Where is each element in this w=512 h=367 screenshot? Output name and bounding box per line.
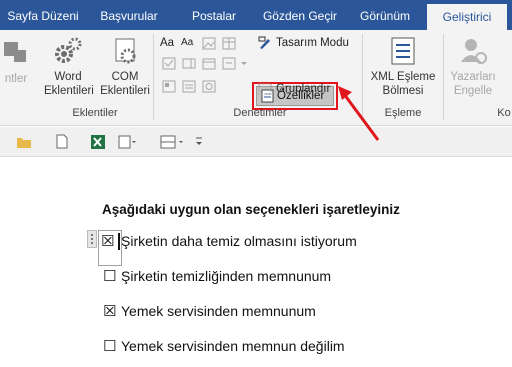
group-label-koru-partial: Ko [497,107,511,119]
date-picker-control-icon[interactable] [202,57,216,70]
tab-postalar[interactable]: Postalar [180,0,248,30]
new-document-icon[interactable] [56,134,68,149]
picture-control-icon[interactable] [202,37,216,50]
ribbon-panel: ntler Word Eklentileri COM Eklentileri E… [0,30,512,126]
option-text-1: Şirketin daha temiz olmasını istiyorum [121,233,357,249]
table-control-icon[interactable] [222,37,236,50]
checkbox-item-2[interactable]: ☐ [103,267,116,285]
customize-toolbar-icon[interactable] [194,135,204,149]
puzzle-icon [4,42,26,62]
group-separator [443,34,444,120]
com-addins-label: COM Eklentileri [100,71,150,97]
xml-mapping-icon [391,37,415,65]
addins-partial-button[interactable]: ntler [0,36,38,86]
group-icon [258,83,272,95]
insert-object-icon[interactable] [118,134,138,150]
option-text-4: Yemek servisinden memnun değilim [121,338,345,354]
excel-icon[interactable] [90,134,106,150]
text-cursor [118,233,120,250]
tab-gorunum[interactable]: Görünüm [350,0,420,30]
repeating-section-control-icon[interactable] [202,80,216,93]
tab-basvurular[interactable]: Başvurular [90,0,168,30]
building-block-control-icon[interactable] [162,80,176,93]
dropdown-arrow-icon [241,62,247,65]
ribbon-tab-bar: Sayfa Düzeni Başvurular Postalar Gözden … [0,0,512,30]
group-label-eklentiler: Eklentiler [72,107,118,119]
annotation-arrow [338,86,380,141]
design-mode-label: Tasarım Modu [276,37,349,49]
drag-handle-icon [91,234,93,244]
drop-down-list-control-icon[interactable] [182,80,196,93]
checkbox-item-1[interactable]: ☒ [101,232,114,250]
group-label: Gruplandır [276,83,331,95]
quick-access-toolbar [0,127,512,157]
group-button[interactable]: Gruplandır [258,80,330,98]
plain-text-control-icon[interactable]: Aa [181,34,193,52]
checkbox-item-3[interactable]: ☒ [103,302,116,320]
word-addins-label: Word Eklentileri [44,71,94,97]
tab-gelistirici[interactable]: Geliştirici [427,4,507,30]
addins-partial-label: ntler [4,73,28,85]
rich-text-control-icon[interactable]: Aa [160,34,174,52]
option-text-2: Şirketin temizliğinden memnunum [121,268,332,284]
checkbox-item-4[interactable]: ☐ [103,337,116,355]
document-heading: Aşağıdaki uygun olan seçenekleri işaretl… [102,202,400,217]
word-addins-button[interactable]: Word Eklentileri [44,36,94,98]
layout-options-icon[interactable] [160,134,186,150]
com-addins-icon [115,38,136,64]
combo-box-control-icon[interactable] [182,57,196,70]
open-folder-icon[interactable] [16,135,32,149]
gear-icon [55,37,82,63]
tab-sayfa-duzeni[interactable]: Sayfa Düzeni [0,0,86,30]
option-text-3: Yemek servisinden memnunum [121,303,316,319]
checkbox-control-icon[interactable] [162,57,176,70]
content-control-handle[interactable] [87,230,97,248]
com-addins-button[interactable]: COM Eklentileri [100,36,150,98]
tab-gozden-gecir[interactable]: Gözden Geçir [254,0,346,30]
block-authors-icon [461,39,487,64]
design-mode-icon [258,36,270,49]
design-mode-button[interactable]: Tasarım Modu [258,34,349,52]
legacy-tools-icon[interactable] [222,57,236,70]
group-separator [153,34,154,120]
block-authors-label: Yazarları Engelle [450,71,496,97]
block-authors-button[interactable]: Yazarları Engelle [445,36,501,98]
